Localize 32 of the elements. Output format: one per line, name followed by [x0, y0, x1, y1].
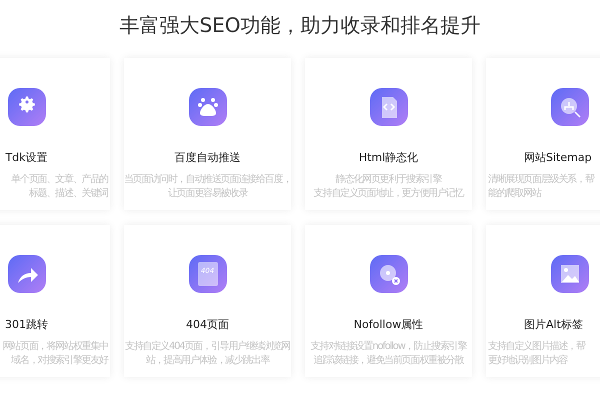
- feature-description: 域名，对搜索引擎更友好: [11, 354, 108, 368]
- feature-description: 清晰展现页面层级关系，帮: [488, 172, 594, 186]
- feature-description: 静态化网页更利于搜索引擎: [336, 172, 442, 186]
- feature-description: 标题、描述、关键词: [28, 186, 108, 200]
- feature-title: 图片Alt标签: [523, 317, 583, 333]
- feature-description: 支持自定义页面地址，更方便用户记忆: [314, 186, 464, 200]
- feature-title: Tdk设置: [5, 150, 48, 166]
- paw-icon: [188, 88, 226, 126]
- feature-title: 网站Sitemap: [523, 150, 592, 166]
- share-arrow-icon: [8, 255, 46, 293]
- feature-description: 支持自定义图片描述，帮: [488, 340, 585, 354]
- feature-description: 更好地识别图片内容: [488, 354, 568, 368]
- feature-title: Nofollow属性: [354, 317, 424, 333]
- feature-description: 能的爬取网站: [488, 186, 541, 200]
- feature-description: 让页面更容易被收录: [168, 186, 248, 200]
- feature-title: 百度自动推送: [174, 150, 240, 166]
- nofollow-icon: [370, 255, 408, 293]
- sitemap-search-icon: [550, 88, 588, 126]
- feature-title: 404页面: [186, 317, 229, 333]
- feature-description: 站，提高用户体验，减少跳出率: [146, 354, 270, 368]
- feature-description: 网站页面，将网站权重集中: [2, 340, 108, 354]
- feature-description: 支持自定义404页面，引导用户继续浏览网: [124, 340, 290, 354]
- page-heading: 丰富强大SEO功能，助力收录和排名提升: [119, 12, 481, 39]
- feature-title: Html静态化: [358, 150, 418, 166]
- feature-description: 支持对链接设置nofollow，防止搜索引擎: [310, 340, 466, 354]
- feature-description: 当页面访问时，自动推送页面连接给百度，: [124, 172, 292, 186]
- feature-title: 301跳转: [5, 317, 48, 333]
- code-file-icon: [370, 88, 408, 126]
- feature-description: 追踪该链接，避免当前页面权重被分散: [314, 354, 464, 368]
- image-icon: [550, 255, 588, 293]
- feature-description: 单个页面、文章、产品的: [11, 172, 108, 186]
- gear-icon: [8, 88, 46, 126]
